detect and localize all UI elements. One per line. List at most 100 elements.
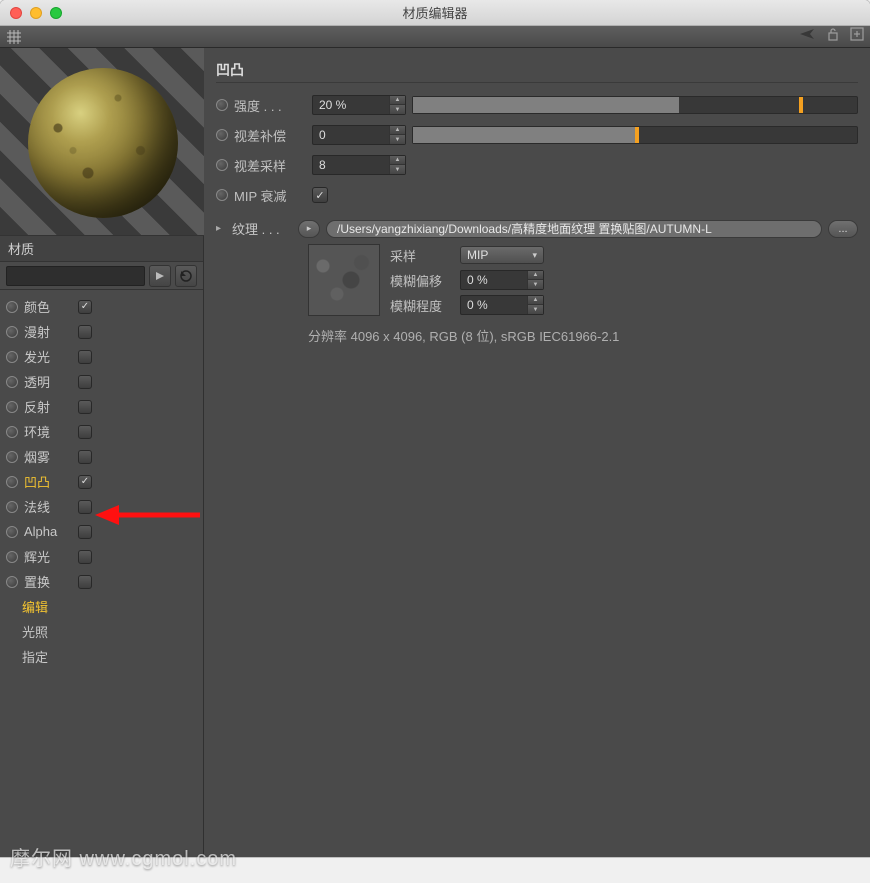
channel-checkbox[interactable]	[78, 300, 92, 314]
menu-icon[interactable]	[6, 29, 22, 45]
channel-凹凸[interactable]: 凹凸	[0, 469, 203, 494]
blur-offset-label: 模糊偏移	[390, 271, 454, 290]
param-handle-icon[interactable]	[216, 99, 228, 111]
channel-checkbox[interactable]	[78, 375, 92, 389]
material-preview[interactable]	[0, 48, 204, 236]
channel-label: 法线	[24, 497, 72, 516]
channel-环境[interactable]: 环境	[0, 419, 203, 444]
channel-label: 凹凸	[24, 472, 72, 491]
parallax-offset-field[interactable]: 0▲▼	[312, 125, 406, 145]
strength-field[interactable]: 20 %▲▼	[312, 95, 406, 115]
channel-handle-icon[interactable]	[6, 501, 18, 513]
parallax-offset-row: 视差补偿 0▲▼	[216, 121, 858, 149]
material-name-row	[0, 262, 203, 290]
channel-发光[interactable]: 发光	[0, 344, 203, 369]
send-icon[interactable]	[798, 27, 816, 46]
texture-label: 纹理 . . .	[232, 219, 292, 238]
channel-handle-icon[interactable]	[6, 476, 18, 488]
lock-icon[interactable]	[826, 27, 840, 46]
channel-漫射[interactable]: 漫射	[0, 319, 203, 344]
texture-row: ▸ 纹理 . . . ▸ /Users/yangzhixiang/Downloa…	[216, 219, 858, 238]
channel-handle-icon[interactable]	[6, 451, 18, 463]
strength-label: 强度 . . .	[234, 96, 306, 115]
blur-scale-field[interactable]: 0 %▲▼	[460, 295, 544, 315]
channel-handle-icon[interactable]	[6, 301, 18, 313]
sampling-dropdown[interactable]: MIP	[460, 246, 544, 264]
channel-checkbox[interactable]	[78, 575, 92, 589]
channel-label: 置换	[24, 572, 72, 591]
strength-slider[interactable]	[412, 96, 858, 114]
parallax-samples-label: 视差采样	[234, 156, 306, 175]
channel-label: 环境	[24, 422, 72, 441]
titlebar: 材质编辑器	[0, 0, 870, 26]
texture-path-field[interactable]: /Users/yangzhixiang/Downloads/高精度地面纹理 置换…	[326, 220, 822, 238]
channel-label: Alpha	[24, 524, 72, 539]
parallax-offset-slider[interactable]	[412, 126, 858, 144]
sampling-label: 采样	[390, 246, 454, 265]
channel-handle-icon[interactable]	[6, 426, 18, 438]
parallax-samples-row: 视差采样 8▲▼	[216, 151, 858, 179]
target-picker-button[interactable]	[175, 265, 197, 287]
channel-label: 反射	[24, 397, 72, 416]
texture-info: 分辨率 4096 x 4096, RGB (8 位), sRGB IEC6196…	[308, 326, 858, 345]
parallax-offset-label: 视差补偿	[234, 126, 306, 145]
channel-handle-icon[interactable]	[6, 376, 18, 388]
param-handle-icon[interactable]	[216, 159, 228, 171]
channel-label: 烟雾	[24, 447, 72, 466]
channel-handle-icon[interactable]	[6, 551, 18, 563]
material-name-input[interactable]	[6, 266, 145, 286]
channel-反射[interactable]: 反射	[0, 394, 203, 419]
sidebar-item-编辑[interactable]: 编辑	[0, 594, 203, 619]
channel-置换[interactable]: 置换	[0, 569, 203, 594]
channel-checkbox[interactable]	[78, 325, 92, 339]
blur-scale-label: 模糊程度	[390, 296, 454, 315]
material-editor-window: 材质编辑器 材质 颜色漫射发光透明反射环境烟雾凹凸法线Alpha辉光置换编辑光照…	[0, 0, 870, 857]
channel-checkbox[interactable]	[78, 525, 92, 539]
channel-handle-icon[interactable]	[6, 351, 18, 363]
add-icon[interactable]	[850, 27, 864, 46]
disclosure-icon[interactable]: ▸	[216, 223, 226, 234]
channel-checkbox[interactable]	[78, 450, 92, 464]
channel-checkbox[interactable]	[78, 350, 92, 364]
sidebar: 材质 颜色漫射发光透明反射环境烟雾凹凸法线 Alpha 辉光置换编辑光照指定	[0, 48, 204, 857]
sidebar-item-指定[interactable]: 指定	[0, 644, 203, 669]
parallax-samples-field[interactable]: 8▲▼	[312, 155, 406, 175]
channel-checkbox[interactable]	[78, 550, 92, 564]
mip-falloff-checkbox[interactable]	[312, 187, 328, 203]
texture-detail: 采样 MIP 模糊偏移 0 %▲▼ 模糊程度 0 %▲▼	[308, 244, 858, 316]
sidebar-header: 材质	[0, 236, 203, 262]
mip-falloff-label: MIP 衰减	[234, 186, 306, 205]
texture-browse-button[interactable]: ...	[828, 220, 858, 238]
channel-checkbox[interactable]	[78, 400, 92, 414]
name-dropdown-button[interactable]	[149, 265, 171, 287]
channel-Alpha[interactable]: Alpha	[0, 519, 203, 544]
preview-sphere	[28, 68, 178, 218]
channel-透明[interactable]: 透明	[0, 369, 203, 394]
param-handle-icon[interactable]	[216, 129, 228, 141]
sidebar-item-光照[interactable]: 光照	[0, 619, 203, 644]
channel-label: 透明	[24, 372, 72, 391]
channel-checkbox[interactable]	[78, 500, 92, 514]
channel-handle-icon[interactable]	[6, 526, 18, 538]
channel-法线[interactable]: 法线	[0, 494, 203, 519]
channel-handle-icon[interactable]	[6, 576, 18, 588]
blur-offset-field[interactable]: 0 %▲▼	[460, 270, 544, 290]
panel-title: 凹凸	[216, 58, 858, 83]
texture-picker-button[interactable]: ▸	[298, 220, 320, 238]
channel-handle-icon[interactable]	[6, 326, 18, 338]
channel-list: 颜色漫射发光透明反射环境烟雾凹凸法线 Alpha 辉光置换编辑光照指定	[0, 290, 203, 673]
channel-checkbox[interactable]	[78, 475, 92, 489]
strength-row: 强度 . . . 20 %▲▼	[216, 91, 858, 119]
texture-thumbnail[interactable]	[308, 244, 380, 316]
channel-烟雾[interactable]: 烟雾	[0, 444, 203, 469]
param-handle-icon[interactable]	[216, 189, 228, 201]
channel-颜色[interactable]: 颜色	[0, 294, 203, 319]
channel-辉光[interactable]: 辉光	[0, 544, 203, 569]
channel-checkbox[interactable]	[78, 425, 92, 439]
mip-falloff-row: MIP 衰减	[216, 181, 858, 209]
bump-panel: 凹凸 强度 . . . 20 %▲▼ 视差补偿 0▲▼ 视差采样	[204, 48, 870, 857]
channel-label: 发光	[24, 347, 72, 366]
watermark-text: 摩尔网 www.cgmol.com	[10, 842, 237, 871]
channel-handle-icon[interactable]	[6, 401, 18, 413]
toolbar	[0, 26, 870, 48]
